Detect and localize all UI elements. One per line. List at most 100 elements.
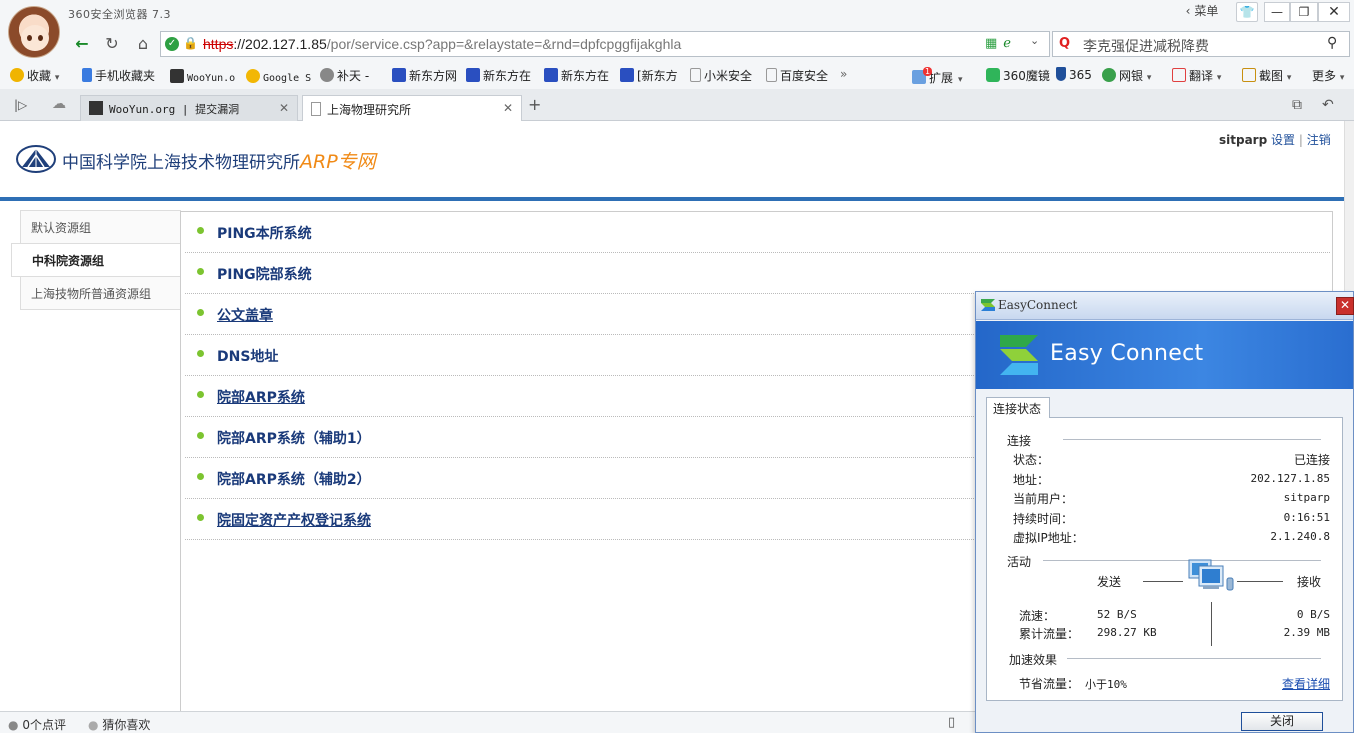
extensions-button[interactable]: 扩展1 ▾ <box>912 67 962 86</box>
paw-icon <box>620 68 634 82</box>
easyconnect-logo-icon <box>1000 335 1038 375</box>
shield-check-icon[interactable]: ✓ <box>165 37 179 51</box>
broken-lock-icon[interactable]: 🔒 <box>183 36 198 52</box>
logout-link[interactable]: 注销 <box>1307 133 1331 147</box>
settings-link[interactable]: 设置 <box>1271 133 1295 147</box>
resource-group-default[interactable]: 默认资源组 <box>20 210 181 244</box>
bookmarks-overflow-button[interactable]: » <box>840 67 847 81</box>
ie-mode-icon[interactable]: ℯ <box>1003 36 1017 51</box>
search-input[interactable]: 李克强促进减税降费 <box>1083 36 1209 56</box>
tab-wooyun[interactable]: WooYun.org | 提交漏洞 ✕ <box>80 95 298 121</box>
status-guess[interactable]: ● 猜你喜欢 <box>88 716 150 733</box>
tool-mojing[interactable]: 360魔镜 <box>986 67 1050 84</box>
new-tab-button[interactable]: + <box>528 95 541 114</box>
view-details-link[interactable]: 查看详细 <box>1282 675 1330 692</box>
resource-link[interactable]: 院固定资产产权登记系统 <box>217 510 371 530</box>
arrow-left-icon: ← <box>75 34 89 53</box>
tab-connection-status[interactable]: 连接状态 <box>986 397 1050 418</box>
resource-link[interactable]: 院部ARP系统（辅助2） <box>217 469 371 489</box>
total-send-value: 298.27 KB <box>1097 626 1157 639</box>
reload-button[interactable]: ↻ <box>100 33 124 55</box>
address-tools: ▦ℯ <box>985 36 1017 51</box>
search-icon[interactable]: ⚲ <box>1327 35 1337 51</box>
search-box[interactable]: Q 李克强促进减税降费 ⚲ <box>1052 31 1350 57</box>
browser-menu-button[interactable]: ‹ 菜单 <box>1176 2 1228 22</box>
easyconnect-close-button[interactable]: ✕ <box>1336 297 1354 315</box>
bookmark-favorites[interactable]: 收藏 ▾ <box>10 67 59 84</box>
rate-receive-value: 0 B/S <box>1296 608 1330 621</box>
user-area: sitparp 设置 | 注销 <box>1219 131 1331 148</box>
bookmark-item[interactable]: 新东方在 <box>466 67 531 84</box>
resource-group-sitp[interactable]: 上海技物所普通资源组 <box>20 276 181 310</box>
address-dropdown-button[interactable]: ⌄ <box>1030 34 1050 47</box>
tool-more[interactable]: 更多 ▾ <box>1312 67 1344 84</box>
window-close-button[interactable]: ✕ <box>1318 2 1350 22</box>
home-button[interactable]: ⌂ <box>131 33 155 55</box>
bookmark-item[interactable]: 小米安全 <box>690 67 752 84</box>
network-computers-icon <box>1188 559 1234 591</box>
easyconnect-banner: Easy Connect <box>976 321 1353 389</box>
receive-line <box>1237 581 1283 582</box>
tool-translate[interactable]: 翻译 ▾ <box>1172 67 1221 84</box>
resource-link[interactable]: PING院部系统 <box>217 264 312 284</box>
xdf-icon <box>466 68 480 82</box>
resource-link[interactable]: PING本所系统 <box>217 223 312 243</box>
resource-link[interactable]: 院部ARP系统 <box>217 387 305 407</box>
home-icon: ⌂ <box>137 34 149 53</box>
minimize-button[interactable]: — <box>1264 2 1290 22</box>
shield-icon <box>1056 67 1066 81</box>
bookmark-item[interactable]: 补天 - <box>320 67 369 84</box>
resource-group-cas[interactable]: 中科院资源组 <box>11 243 181 277</box>
resource-link[interactable]: 院部ARP系统（辅助1） <box>217 428 371 448</box>
bookmark-item[interactable]: Google S <box>246 69 311 84</box>
tab-bar: |▷ ☁ WooYun.org | 提交漏洞 ✕ 上海物理研究所 ✕ + ⧉ ↶ <box>0 89 1354 122</box>
url-path: /por/service.csp?app=&relaystate=&rnd=dp… <box>326 36 682 52</box>
search-engine-icon[interactable]: Q <box>1059 36 1070 51</box>
sidebar-toggle-icon[interactable]: |▷ <box>14 98 27 112</box>
tab-list-icon[interactable]: ⧉ <box>1292 97 1302 113</box>
easyconnect-panel: 连接 状态： 已连接 地址： 202.127.1.85 当前用户： sitpar… <box>986 417 1343 701</box>
close-button[interactable]: 关闭 <box>1241 712 1323 731</box>
cloud-icon[interactable]: ☁ <box>52 96 66 112</box>
bookmark-item[interactable]: 百度安全 <box>766 67 828 84</box>
phone-icon <box>82 68 92 82</box>
saved-value: 小于10% <box>1085 678 1127 691</box>
user-avatar[interactable] <box>8 6 60 58</box>
resource-link[interactable]: 公文盖章 <box>217 305 273 325</box>
bookmark-item[interactable]: 新东方网 <box>392 67 457 84</box>
browser-menu-label: 菜单 <box>1194 4 1219 18</box>
chevron-down-icon: ▾ <box>957 75 963 85</box>
bookmark-item[interactable]: WooYun.o <box>170 69 235 84</box>
address-url[interactable]: https://202.127.1.85/por/service.csp?app… <box>203 36 681 52</box>
maximize-button[interactable]: ❐ <box>1290 2 1318 22</box>
tool-bank[interactable]: 网银 ▾ <box>1102 67 1151 84</box>
section-divider <box>1063 439 1321 440</box>
tab-close-icon[interactable]: ✕ <box>503 101 513 115</box>
address-value: 202.127.1.85 <box>1250 472 1330 485</box>
header-divider <box>0 197 1344 201</box>
easyconnect-brand: Easy Connect <box>1050 341 1204 366</box>
tab-sitp[interactable]: 上海物理研究所 ✕ <box>302 95 522 122</box>
qr-code-icon[interactable]: ▦ <box>985 36 1003 51</box>
tab-close-icon[interactable]: ✕ <box>279 101 289 115</box>
bullet-icon <box>197 514 204 521</box>
tool-365[interactable]: 365 <box>1056 67 1092 82</box>
address-bar[interactable]: ✓ 🔒 https://202.127.1.85/por/service.csp… <box>160 31 1050 57</box>
send-label: 发送 <box>1097 575 1122 589</box>
bookmark-item[interactable]: 手机收藏夹 <box>82 67 155 84</box>
saved-label: 节省流量： <box>1019 677 1080 691</box>
virtual-ip-value: 2.1.240.8 <box>1270 530 1330 543</box>
back-button[interactable]: ← <box>70 33 94 55</box>
rate-label: 流速： <box>1019 609 1056 623</box>
status-comments[interactable]: ● 0个点评 <box>8 716 66 733</box>
easyconnect-window: EasyConnect ✕ Easy Connect 连接状态 连接 状态： 已… <box>975 291 1354 733</box>
bookmark-item[interactable]: 新东方在 <box>544 67 609 84</box>
skin-button[interactable]: 👕 <box>1236 2 1258 22</box>
bookmark-item[interactable]: [新东方 <box>620 67 678 84</box>
yen-icon <box>1102 68 1116 82</box>
mobile-icon[interactable]: ▯ <box>948 715 955 730</box>
browser-title: 360安全浏览器 7.3 <box>68 8 171 21</box>
resource-link[interactable]: DNS地址 <box>217 346 278 366</box>
undo-close-icon[interactable]: ↶ <box>1322 97 1334 113</box>
tool-screenshot[interactable]: 截图 ▾ <box>1242 67 1291 84</box>
